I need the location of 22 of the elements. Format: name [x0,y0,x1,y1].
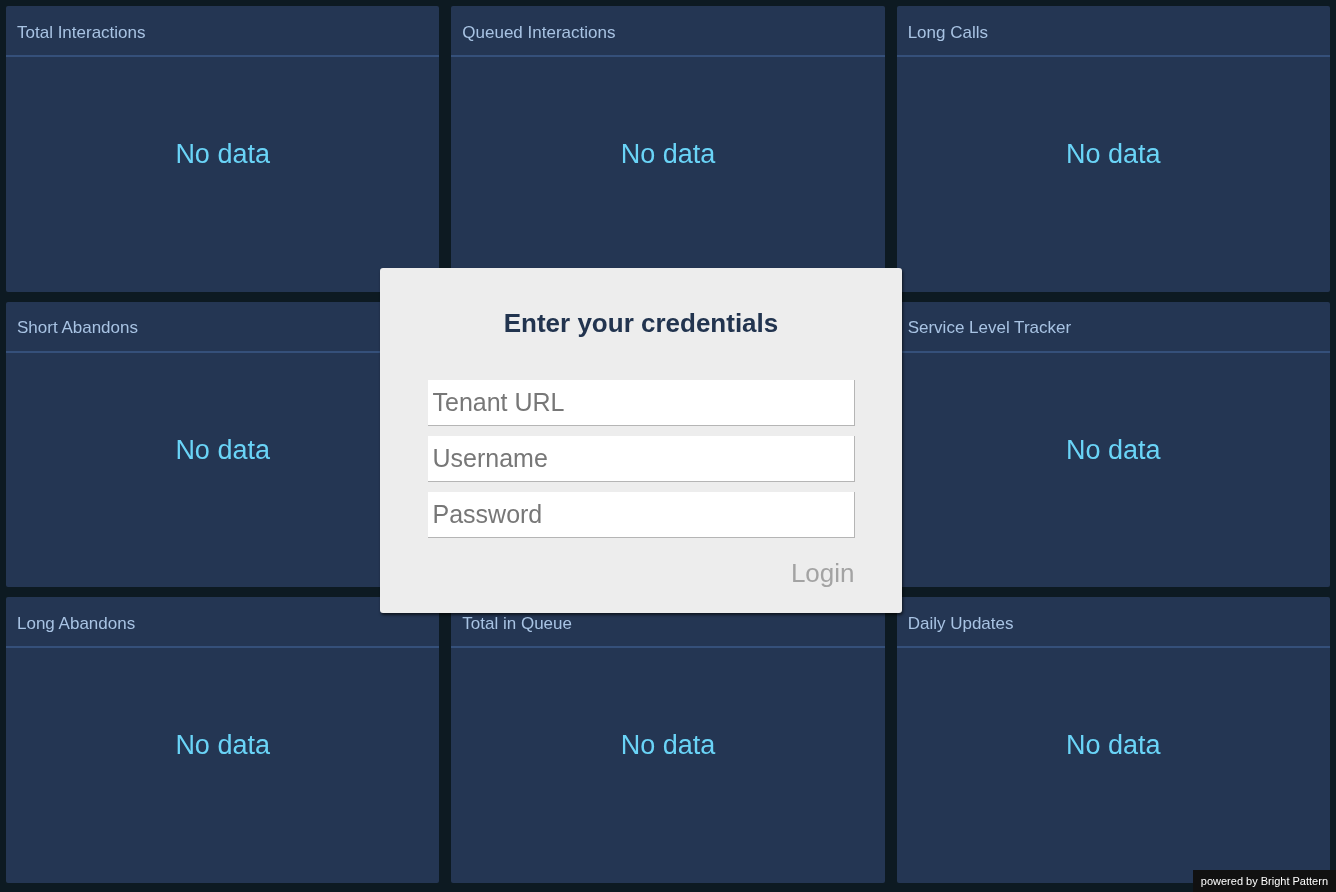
widget-title: Queued Interactions [462,21,616,44]
widget-title: Long Calls [907,21,988,44]
no-data-text: No data [620,138,716,172]
login-button[interactable]: Login [790,554,855,593]
input-field[interactable]: Username [427,436,855,482]
input-field[interactable]: Tenant URL [427,380,855,426]
widget-title: Total Interactions [17,21,146,44]
no-data-text: No data [620,729,716,763]
widget-title: Long Abandons [17,613,136,636]
no-data-text: No data [1066,433,1161,467]
no-data-text: No data [1066,138,1161,172]
input-field[interactable]: Password [427,492,855,538]
no-data-text: No data [175,138,270,172]
widget-title: Daily Updates [907,613,1014,636]
powered-by-label: powered by Bright Pattern [1192,869,1336,892]
widget-title: Service Level Tracker [907,317,1072,340]
no-data-text: No data [1066,729,1161,763]
widget-title: Short Abandons [17,317,138,340]
widget-title: Total in Queue [462,613,572,636]
no-data-text: No data [175,433,270,467]
no-data-text: No data [175,729,270,763]
dialog-title: Enter your credentials [503,307,779,340]
